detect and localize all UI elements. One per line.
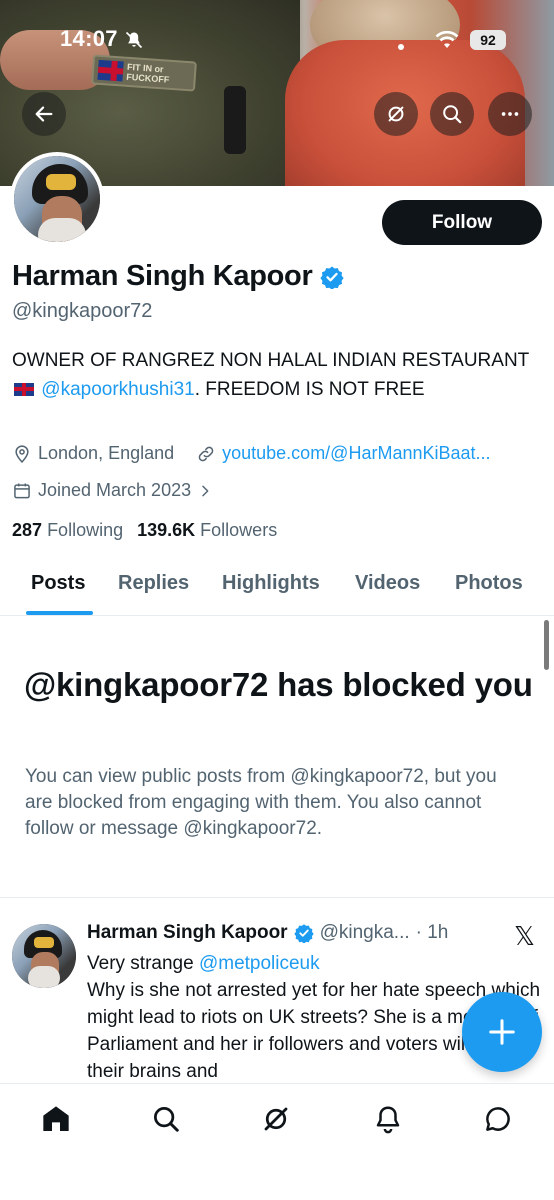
follow-button[interactable]: Follow	[382, 200, 542, 245]
verified-badge-icon[interactable]	[320, 265, 345, 289]
nav-messages[interactable]	[480, 1101, 516, 1137]
profile-joined[interactable]: Joined March 2023	[12, 480, 213, 501]
messages-icon	[486, 1107, 510, 1131]
profile-handle: @kingkapoor72	[12, 300, 153, 322]
post-avatar[interactable]	[12, 924, 76, 988]
bio-text-1: OWNER OF RANGREZ NON HALAL INDIAN RESTAU…	[12, 350, 529, 371]
nav-grok[interactable]	[258, 1101, 294, 1137]
location-text: London, England	[38, 443, 175, 463]
uk-flag-icon	[14, 383, 34, 396]
battery-indicator: 92	[470, 30, 506, 50]
home-icon	[43, 1106, 69, 1131]
verified-badge-icon	[293, 924, 314, 943]
nav-search[interactable]	[148, 1101, 184, 1137]
nav-home[interactable]	[38, 1101, 74, 1137]
bio-text-2: . FREEDOM IS NOT FREE	[194, 379, 425, 400]
bio-mention-link[interactable]: @kapoorkhushi31	[41, 379, 194, 400]
profile-avatar[interactable]	[10, 152, 104, 246]
tab-posts[interactable]: Posts	[31, 572, 85, 595]
follow-counts: 287 Following 139.6K Followers	[12, 520, 277, 541]
post-line1: Very strange	[87, 953, 199, 974]
signal-icon	[398, 44, 404, 50]
notifications-icon	[376, 1106, 400, 1134]
location-pin-icon	[15, 444, 29, 463]
post-avatar-beard	[28, 966, 60, 988]
status-time: 14:07	[60, 26, 118, 51]
search-icon	[154, 1107, 179, 1132]
post-author-name[interactable]: Harman Singh Kapoor	[87, 922, 288, 944]
plus-icon	[489, 1019, 515, 1045]
post-author-handle: @kingka...	[319, 922, 410, 943]
following-label: Following	[47, 520, 124, 540]
bottom-navigation	[0, 1083, 554, 1200]
tab-replies[interactable]: Replies	[118, 572, 189, 595]
following-count[interactable]: 287 Following	[12, 520, 123, 541]
status-bar: 14:07 92	[0, 0, 554, 70]
post-mention-link[interactable]: @metpoliceuk	[199, 953, 320, 974]
followers-number: 139.6K	[137, 520, 196, 540]
bell-off-icon	[125, 31, 143, 49]
profile-website[interactable]: youtube.com/@HarMannKiBaat...	[196, 443, 491, 464]
blocked-description: You can view public posts from @kingkapo…	[25, 766, 497, 839]
x-logo-icon: 𝕏	[514, 922, 535, 952]
more-icon	[501, 112, 519, 116]
post-time: · 1h	[415, 922, 449, 943]
followers-label: Followers	[200, 520, 278, 540]
chevron-right-icon	[202, 485, 209, 496]
arrow-left-icon	[35, 106, 53, 122]
profile-bio: OWNER OF RANGREZ NON HALAL INDIAN RESTAU…	[12, 346, 532, 404]
profile-name: Harman Singh Kapoor	[12, 260, 313, 292]
profile-tabs: Posts Replies Highlights Videos Photos	[0, 560, 554, 616]
search-icon	[443, 105, 462, 124]
active-tab-indicator	[26, 611, 93, 615]
blocked-title: @kingkapoor72 has blocked you	[24, 666, 533, 703]
profile-meta: London, England youtube.com/@HarMannKiBa…	[12, 443, 513, 464]
link-icon	[198, 446, 214, 461]
divider	[0, 897, 554, 898]
tab-videos[interactable]: Videos	[355, 572, 420, 595]
compose-post-button[interactable]	[462, 992, 542, 1072]
nav-notifications[interactable]	[370, 1101, 406, 1137]
back-button[interactable]	[22, 92, 66, 136]
grok-icon	[388, 106, 404, 122]
website-link[interactable]: youtube.com/@HarMannKiBaat...	[222, 443, 490, 464]
profile-name-row: Harman Singh Kapoor	[12, 260, 345, 293]
following-number: 287	[12, 520, 43, 540]
joined-text: Joined March 2023	[38, 480, 192, 500]
search-button[interactable]	[430, 92, 474, 136]
grok-icon	[264, 1107, 288, 1131]
bottom-nav-border	[0, 1083, 554, 1084]
banner-device	[224, 86, 246, 154]
tab-photos[interactable]: Photos	[455, 572, 523, 595]
wifi-icon	[435, 30, 459, 48]
avatar-beard	[38, 218, 86, 242]
grok-button[interactable]	[374, 92, 418, 136]
profile-location: London, England	[12, 443, 174, 464]
post-header: Harman Singh Kapoor @kingka... · 1h	[87, 922, 448, 944]
tab-highlights[interactable]: Highlights	[222, 572, 320, 595]
followers-count[interactable]: 139.6K Followers	[137, 520, 277, 541]
calendar-icon	[14, 483, 30, 498]
scrollbar[interactable]	[544, 620, 549, 670]
more-button[interactable]	[488, 92, 532, 136]
